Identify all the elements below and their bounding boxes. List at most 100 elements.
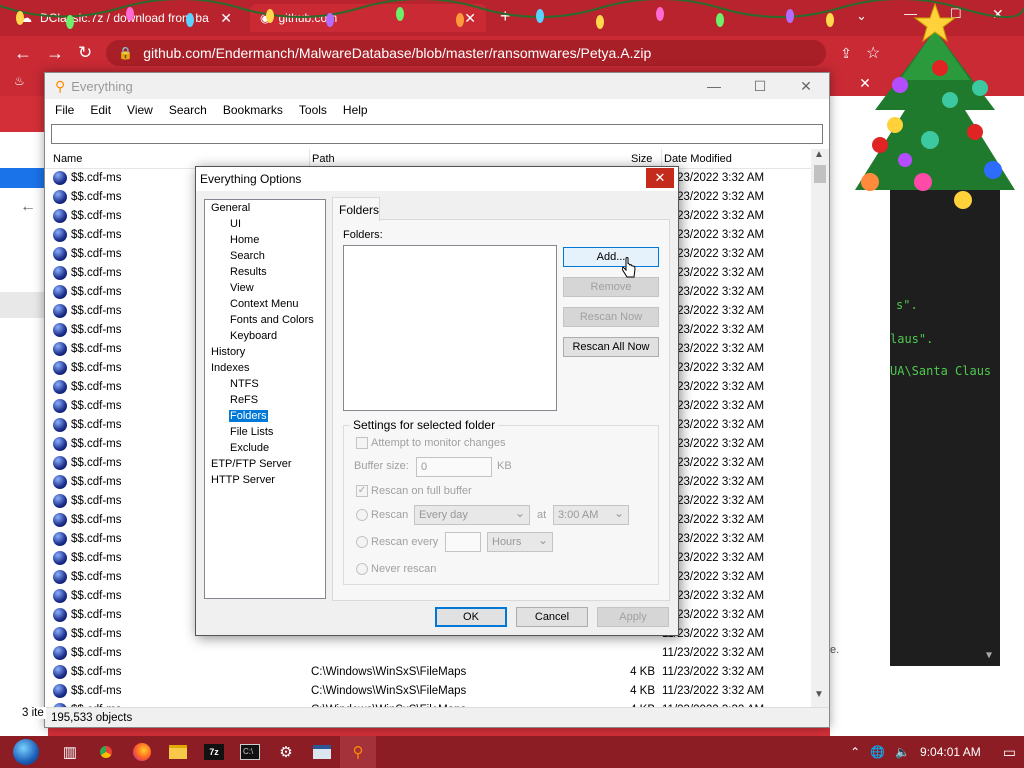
menu-bookmarks[interactable]: Bookmarks [223, 103, 283, 117]
column-size[interactable]: Size [631, 153, 652, 165]
rescan-full-buffer-checkbox[interactable]: ✓ [356, 485, 368, 497]
menu-help[interactable]: Help [343, 103, 368, 117]
column-name[interactable]: Name [53, 153, 82, 165]
tab-folders[interactable]: Folders [332, 197, 380, 221]
address-bar[interactable]: 🔒 github.com/Endermanch/MalwareDatabase/… [106, 40, 827, 66]
tree-item-http-server[interactable]: HTTP Server [210, 474, 276, 486]
tree-item-indexes[interactable]: Indexes [210, 362, 251, 374]
file-icon [53, 342, 67, 356]
scroll-thumb[interactable] [814, 165, 826, 183]
never-rescan-radio[interactable] [356, 563, 368, 575]
minimize-button[interactable]: — [691, 73, 737, 99]
close-window-button[interactable]: ✕ [992, 6, 1004, 23]
tree-item-history[interactable]: History [210, 346, 246, 358]
cmd-icon[interactable]: C:\ [232, 736, 268, 768]
folders-list[interactable] [343, 245, 557, 411]
rescan-all-now-button[interactable]: Rescan All Now [563, 337, 659, 357]
rescan-now-button[interactable]: Rescan Now [563, 307, 659, 327]
table-row[interactable]: $$.cdf-ms C:\Windows\WinSxS\FileMaps 4 KB 1… [45, 663, 811, 682]
menu-file[interactable]: File [55, 103, 74, 117]
everything-taskbar-icon[interactable]: ⚲ [340, 736, 376, 768]
app-window-icon[interactable] [304, 736, 340, 768]
notification-icon[interactable]: ▭ [1003, 744, 1016, 761]
tree-item-view[interactable]: View [229, 282, 255, 294]
rescan-frequency-select[interactable]: Every day [414, 505, 530, 525]
maximize-button[interactable]: ☐ [737, 73, 783, 99]
new-tab-button[interactable]: + [500, 6, 511, 27]
vertical-scrollbar[interactable]: ▲ ▼ [811, 149, 829, 709]
tree-item-exclude[interactable]: Exclude [229, 442, 270, 454]
speaker-icon[interactable]: 🔈 [895, 745, 910, 759]
tree-item-general[interactable]: General [210, 202, 251, 214]
scroll-down-icon[interactable]: ▼ [814, 689, 824, 700]
file-icon [53, 361, 67, 375]
chevron-up-icon[interactable]: ⌃ [850, 745, 860, 759]
task-view-icon[interactable]: ▥ [52, 736, 88, 768]
extension-icon[interactable]: ♨ [14, 74, 25, 88]
tree-item-ui[interactable]: UI [229, 218, 242, 230]
browser-tab-github[interactable]: ◉ github.com ✕ [250, 4, 486, 32]
tree-item-results[interactable]: Results [229, 266, 268, 278]
network-globe-icon[interactable]: 🌐 [870, 745, 885, 759]
settings-group-label: Settings for selected folder [350, 418, 499, 432]
cloud-icon: ☁ [20, 11, 32, 25]
rescan-every-radio[interactable] [356, 536, 368, 548]
scroll-down-icon[interactable]: ▼ [986, 650, 992, 661]
file-icon [53, 285, 67, 299]
tree-item-fonts-and-colors[interactable]: Fonts and Colors [229, 314, 315, 326]
chrome-icon[interactable] [88, 736, 124, 768]
clock[interactable]: 9:04:01 AM [920, 745, 981, 759]
tree-item-context-menu[interactable]: Context Menu [229, 298, 299, 310]
search-input[interactable] [51, 124, 823, 144]
tree-item-etp-ftp-server[interactable]: ETP/FTP Server [210, 458, 292, 470]
firefox-icon[interactable] [124, 736, 160, 768]
rescan-unit-select[interactable]: Hours [487, 532, 553, 552]
tree-item-folders[interactable]: Folders [229, 410, 268, 422]
buffer-size-input[interactable]: 0 [416, 457, 492, 477]
ok-button[interactable]: OK [435, 607, 507, 627]
tree-item-keyboard[interactable]: Keyboard [229, 330, 278, 342]
7zip-icon[interactable]: 7z [196, 736, 232, 768]
browser-tab-dclassic[interactable]: ☁ DClassic.7z / download from ba ✕ [10, 4, 242, 32]
maximize-button[interactable]: ☐ [950, 6, 962, 22]
rescan-time-select[interactable]: 3:00 AM [553, 505, 629, 525]
close-tab-icon[interactable]: ✕ [464, 10, 476, 27]
menu-search[interactable]: Search [169, 103, 207, 117]
rescan-radio[interactable] [356, 509, 368, 521]
cancel-button[interactable]: Cancel [516, 607, 588, 627]
file-explorer-icon[interactable] [160, 736, 196, 768]
forward-arrow-icon[interactable]: → [46, 43, 64, 64]
rescan-every-input[interactable] [445, 532, 481, 552]
tree-item-refs[interactable]: ReFS [229, 394, 259, 406]
table-row[interactable]: $$.cdf-ms 11/23/2022 3:32 AM [45, 644, 811, 663]
add-button[interactable]: Add... [563, 247, 659, 267]
monitor-changes-checkbox[interactable] [356, 437, 368, 449]
minimize-button[interactable]: — [904, 6, 917, 21]
dialog-close-button[interactable]: ✕ [646, 168, 674, 188]
settings-gear-icon[interactable]: ⚙ [268, 736, 304, 768]
menu-tools[interactable]: Tools [299, 103, 327, 117]
reload-icon[interactable]: ↻ [78, 43, 92, 63]
share-icon[interactable]: ⇪ [840, 45, 852, 62]
tree-item-ntfs[interactable]: NTFS [229, 378, 260, 390]
file-path: C:\Windows\WinSxS\FileMaps [311, 666, 467, 678]
bookmark-star-icon[interactable]: ☆ [866, 43, 880, 63]
start-orb-icon[interactable] [0, 736, 52, 768]
tree-item-search[interactable]: Search [229, 250, 266, 262]
apply-button[interactable]: Apply [597, 607, 669, 627]
status-bar: 195,533 objects [45, 707, 829, 727]
close-tab-icon[interactable]: ✕ [220, 10, 232, 27]
menu-view[interactable]: View [127, 103, 153, 117]
scroll-up-icon[interactable]: ▲ [814, 149, 824, 160]
close-button[interactable]: ✕ [783, 73, 829, 99]
tree-item-home[interactable]: Home [229, 234, 260, 246]
menu-edit[interactable]: Edit [90, 103, 111, 117]
tab-search-button[interactable]: ⌄ [856, 8, 867, 24]
lock-icon: 🔒 [118, 46, 134, 60]
mouse-cursor-icon [622, 257, 636, 278]
close-icon[interactable]: ✕ [842, 70, 888, 96]
tree-item-file-lists[interactable]: File Lists [229, 426, 274, 438]
back-arrow-icon[interactable]: ← [14, 43, 32, 64]
table-row[interactable]: $$.cdf-ms C:\Windows\WinSxS\FileMaps 4 KB 1… [45, 682, 811, 701]
remove-button[interactable]: Remove [563, 277, 659, 297]
